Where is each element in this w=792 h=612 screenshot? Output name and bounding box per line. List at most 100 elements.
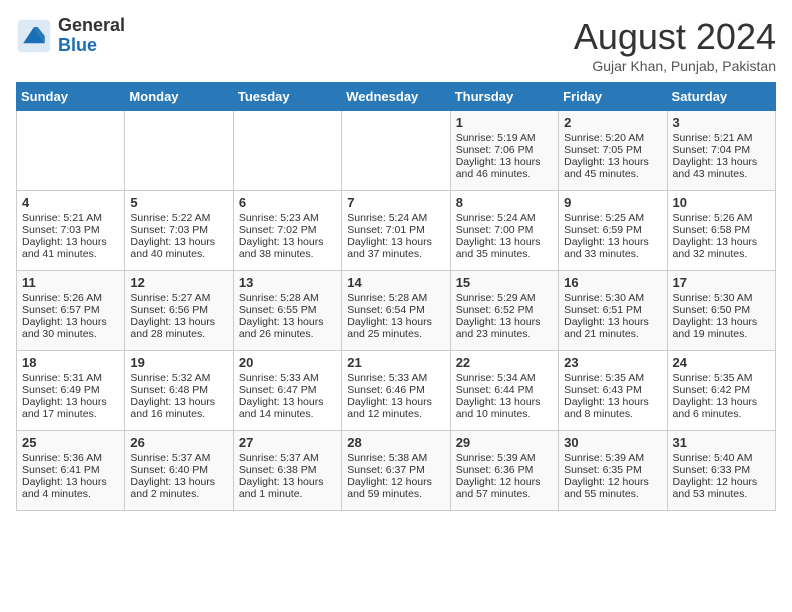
- calendar-cell: [342, 111, 450, 191]
- day-info: Sunrise: 5:19 AM: [456, 132, 553, 144]
- day-number: 29: [456, 435, 553, 450]
- day-info: and 1 minute.: [239, 488, 336, 500]
- day-info: and 14 minutes.: [239, 408, 336, 420]
- day-info: Sunset: 6:38 PM: [239, 464, 336, 476]
- day-info: Sunset: 6:59 PM: [564, 224, 661, 236]
- day-number: 10: [673, 195, 770, 210]
- day-info: Sunrise: 5:37 AM: [239, 452, 336, 464]
- day-info: Sunrise: 5:28 AM: [347, 292, 444, 304]
- day-info: Daylight: 13 hours: [564, 316, 661, 328]
- day-info: and 33 minutes.: [564, 248, 661, 260]
- day-number: 26: [130, 435, 227, 450]
- day-info: Sunrise: 5:35 AM: [564, 372, 661, 384]
- day-info: Daylight: 13 hours: [239, 396, 336, 408]
- day-info: Sunset: 7:06 PM: [456, 144, 553, 156]
- day-info: Daylight: 13 hours: [456, 156, 553, 168]
- day-number: 19: [130, 355, 227, 370]
- calendar-cell: [125, 111, 233, 191]
- weekday-header-monday: Monday: [125, 83, 233, 111]
- calendar-cell: 24 Sunrise: 5:35 AMSunset: 6:42 PMDayligh…: [667, 351, 775, 431]
- day-info: Sunrise: 5:33 AM: [347, 372, 444, 384]
- day-number: 4: [22, 195, 119, 210]
- day-info: and 35 minutes.: [456, 248, 553, 260]
- week-row-1: 1Sunrise: 5:19 AMSunset: 7:06 PMDaylight…: [17, 111, 776, 191]
- day-info: Sunset: 7:01 PM: [347, 224, 444, 236]
- day-info: Sunset: 7:03 PM: [22, 224, 119, 236]
- title-block: August 2024 Gujar Khan, Punjab, Pakistan: [574, 16, 776, 74]
- day-info: and 17 minutes.: [22, 408, 119, 420]
- calendar-cell: 6Sunrise: 5:23 AMSunset: 7:02 PMDaylight…: [233, 191, 341, 271]
- week-row-5: 25Sunrise: 5:36 AMSunset: 6:41 PMDayligh…: [17, 431, 776, 511]
- calendar-cell: 18Sunrise: 5:31 AMSunset: 6:49 PMDayligh…: [17, 351, 125, 431]
- calendar-cell: 29Sunrise: 5:39 AMSunset: 6:36 PMDayligh…: [450, 431, 558, 511]
- day-info: and 21 minutes.: [564, 328, 661, 340]
- day-info: and 41 minutes.: [22, 248, 119, 260]
- day-number: 15: [456, 275, 553, 290]
- day-number: 24: [673, 355, 770, 370]
- day-info: and 37 minutes.: [347, 248, 444, 260]
- calendar-cell: 11Sunrise: 5:26 AMSunset: 6:57 PMDayligh…: [17, 271, 125, 351]
- calendar-cell: 12Sunrise: 5:27 AMSunset: 6:56 PMDayligh…: [125, 271, 233, 351]
- day-info: Sunrise: 5:34 AM: [456, 372, 553, 384]
- day-info: Daylight: 12 hours: [673, 476, 770, 488]
- day-info: Daylight: 13 hours: [456, 236, 553, 248]
- week-row-2: 4Sunrise: 5:21 AMSunset: 7:03 PMDaylight…: [17, 191, 776, 271]
- day-info: Sunset: 6:54 PM: [347, 304, 444, 316]
- day-info: Sunrise: 5:29 AM: [456, 292, 553, 304]
- calendar-cell: 23Sunrise: 5:35 AMSunset: 6:43 PMDayligh…: [559, 351, 667, 431]
- calendar-cell: 26Sunrise: 5:37 AMSunset: 6:40 PMDayligh…: [125, 431, 233, 511]
- day-number: 2: [564, 115, 661, 130]
- logo-text: General Blue: [58, 16, 125, 56]
- day-number: 9: [564, 195, 661, 210]
- day-info: Sunrise: 5:27 AM: [130, 292, 227, 304]
- weekday-header-sunday: Sunday: [17, 83, 125, 111]
- day-info: Sunset: 6:49 PM: [22, 384, 119, 396]
- calendar-cell: 14Sunrise: 5:28 AMSunset: 6:54 PMDayligh…: [342, 271, 450, 351]
- day-number: 28: [347, 435, 444, 450]
- day-info: Daylight: 13 hours: [22, 236, 119, 248]
- day-number: 18: [22, 355, 119, 370]
- calendar-cell: 16Sunrise: 5:30 AMSunset: 6:51 PMDayligh…: [559, 271, 667, 351]
- day-info: Daylight: 12 hours: [456, 476, 553, 488]
- day-info: Daylight: 13 hours: [130, 316, 227, 328]
- day-number: 7: [347, 195, 444, 210]
- calendar-cell: 1Sunrise: 5:19 AMSunset: 7:06 PMDaylight…: [450, 111, 558, 191]
- calendar-cell: 3Sunrise: 5:21 AMSunset: 7:04 PMDaylight…: [667, 111, 775, 191]
- day-number: 14: [347, 275, 444, 290]
- day-info: Daylight: 13 hours: [673, 396, 770, 408]
- day-info: Daylight: 13 hours: [347, 236, 444, 248]
- day-info: and 53 minutes.: [673, 488, 770, 500]
- day-info: and 30 minutes.: [22, 328, 119, 340]
- calendar-cell: 30Sunrise: 5:39 AMSunset: 6:35 PMDayligh…: [559, 431, 667, 511]
- day-info: Sunset: 6:50 PM: [673, 304, 770, 316]
- day-info: Daylight: 13 hours: [456, 396, 553, 408]
- calendar-cell: 27Sunrise: 5:37 AMSunset: 6:38 PMDayligh…: [233, 431, 341, 511]
- calendar-cell: 22Sunrise: 5:34 AMSunset: 6:44 PMDayligh…: [450, 351, 558, 431]
- day-info: Daylight: 13 hours: [22, 396, 119, 408]
- day-info: Sunset: 7:04 PM: [673, 144, 770, 156]
- day-info: and 4 minutes.: [22, 488, 119, 500]
- day-info: Sunset: 7:02 PM: [239, 224, 336, 236]
- day-info: and 8 minutes.: [564, 408, 661, 420]
- day-info: Sunrise: 5:26 AM: [22, 292, 119, 304]
- day-info: Daylight: 13 hours: [673, 236, 770, 248]
- day-number: 23: [564, 355, 661, 370]
- day-number: 30: [564, 435, 661, 450]
- day-info: and 2 minutes.: [130, 488, 227, 500]
- day-info: Daylight: 13 hours: [239, 316, 336, 328]
- day-info: Sunrise: 5:30 AM: [564, 292, 661, 304]
- day-number: 13: [239, 275, 336, 290]
- calendar-cell: 4Sunrise: 5:21 AMSunset: 7:03 PMDaylight…: [17, 191, 125, 271]
- day-info: Sunrise: 5:35 AM: [673, 372, 770, 384]
- day-number: 12: [130, 275, 227, 290]
- day-info: Sunset: 6:42 PM: [673, 384, 770, 396]
- day-info: and 23 minutes.: [456, 328, 553, 340]
- day-info: Sunset: 6:33 PM: [673, 464, 770, 476]
- calendar-cell: 13Sunrise: 5:28 AMSunset: 6:55 PMDayligh…: [233, 271, 341, 351]
- calendar-cell: 21Sunrise: 5:33 AMSunset: 6:46 PMDayligh…: [342, 351, 450, 431]
- day-info: and 46 minutes.: [456, 168, 553, 180]
- week-row-4: 18Sunrise: 5:31 AMSunset: 6:49 PMDayligh…: [17, 351, 776, 431]
- day-info: Sunrise: 5:40 AM: [673, 452, 770, 464]
- weekday-header-friday: Friday: [559, 83, 667, 111]
- day-number: 20: [239, 355, 336, 370]
